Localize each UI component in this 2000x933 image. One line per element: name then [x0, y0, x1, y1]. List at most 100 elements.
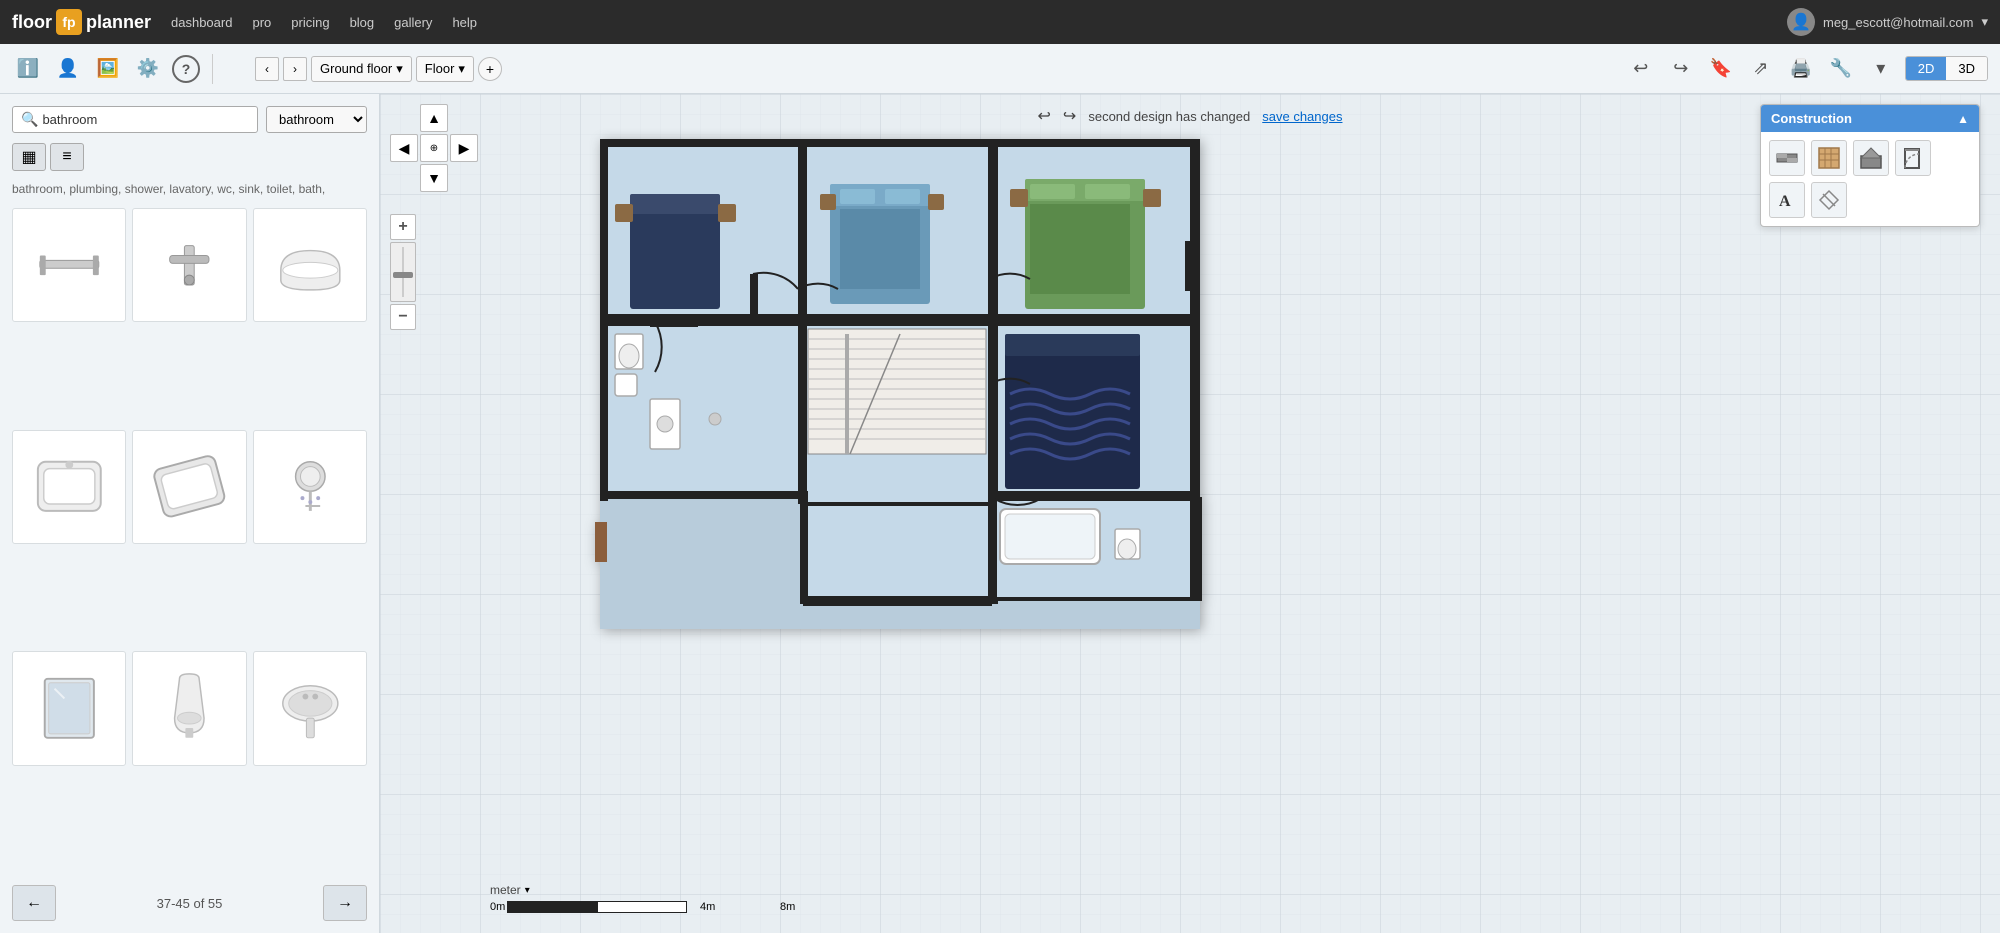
- undo-button[interactable]: ↩: [1625, 53, 1657, 85]
- scale-segment-2: [597, 901, 687, 913]
- scale-bar: meter ▾ 0m 4m 8m: [490, 883, 687, 913]
- construction-title: Construction: [1771, 111, 1852, 126]
- user-info: 👤 meg_escott@hotmail.com ▾: [1787, 8, 1988, 36]
- nav-gallery[interactable]: gallery: [394, 15, 432, 30]
- grid-view-button[interactable]: ▦: [12, 143, 46, 171]
- person-button[interactable]: 👤: [52, 53, 84, 85]
- roof-tool-button[interactable]: [1853, 140, 1889, 176]
- view-3d-button[interactable]: 3D: [1946, 57, 1987, 80]
- category-dropdown[interactable]: bathroom kitchen living room bedroom: [266, 106, 367, 133]
- photo-button[interactable]: 🖼️: [92, 53, 124, 85]
- construction-header: Construction ▲: [1761, 105, 1979, 132]
- search-box[interactable]: 🔍: [12, 106, 258, 133]
- zoom-handle[interactable]: [393, 272, 413, 278]
- bookmark-button[interactable]: 🔖: [1705, 53, 1737, 85]
- logo-icon: fp: [56, 9, 82, 35]
- list-item[interactable]: [132, 651, 246, 765]
- scale-unit-label: meter: [490, 883, 521, 897]
- pan-center-button[interactable]: ⊕: [420, 134, 448, 162]
- list-item[interactable]: [132, 208, 246, 322]
- list-item[interactable]: [253, 651, 367, 765]
- shower-bar-icon: [30, 226, 109, 305]
- nav-help[interactable]: help: [452, 15, 477, 30]
- pan-mid-row: ◀ ⊕ ▶: [390, 134, 478, 162]
- main-toolbar: ℹ️ 👤 🖼️ ⚙️ ? ‹ › Ground floor ▾ Floor ▾ …: [0, 44, 2000, 94]
- wall-tool-button[interactable]: [1769, 140, 1805, 176]
- shower-head-icon: [271, 447, 350, 526]
- pedestal-sink-icon: [271, 669, 350, 748]
- pan-right-button[interactable]: ▶: [450, 134, 478, 162]
- nav-dashboard[interactable]: dashboard: [171, 15, 232, 30]
- redo-icon[interactable]: ↪: [1063, 106, 1076, 126]
- canvas-area[interactable]: ▲ ◀ ⊕ ▶ ▼ + − ↩ ↪ second design has chan…: [380, 94, 2000, 933]
- pan-left-button[interactable]: ◀: [390, 134, 418, 162]
- add-floor-button[interactable]: +: [478, 57, 502, 81]
- construction-panel: Construction ▲: [1760, 104, 1980, 227]
- bathtub-3d-icon: [271, 226, 350, 305]
- list-item[interactable]: [132, 430, 246, 544]
- search-input[interactable]: [42, 112, 249, 127]
- user-email: meg_escott@hotmail.com: [1823, 15, 1973, 30]
- list-item[interactable]: [12, 430, 126, 544]
- user-dropdown-icon[interactable]: ▾: [1981, 14, 1988, 30]
- more-button[interactable]: ▾: [1865, 53, 1897, 85]
- undo-icon[interactable]: ↩: [1038, 106, 1051, 126]
- roof-icon: [1859, 146, 1883, 170]
- view-2d-button[interactable]: 2D: [1906, 57, 1947, 80]
- nav-pricing[interactable]: pricing: [291, 15, 329, 30]
- items-grid: [12, 208, 367, 867]
- info-button[interactable]: ℹ️: [12, 53, 44, 85]
- construction-collapse-button[interactable]: ▲: [1957, 112, 1969, 126]
- help-button[interactable]: ?: [172, 55, 200, 83]
- avatar: 👤: [1787, 8, 1815, 36]
- construction-tools: A: [1761, 132, 1979, 226]
- scale-unit-selector[interactable]: meter ▾: [490, 883, 687, 897]
- share-button[interactable]: ⇗: [1745, 53, 1777, 85]
- list-item[interactable]: [12, 651, 126, 765]
- erase-icon: [1817, 188, 1841, 212]
- logo-text-floor: floor: [12, 12, 52, 33]
- nav-blog[interactable]: blog: [350, 15, 375, 30]
- zoom-in-button[interactable]: +: [390, 214, 416, 240]
- zoom-out-button[interactable]: −: [390, 304, 416, 330]
- scale-0: 0m: [490, 901, 505, 913]
- pan-down-button[interactable]: ▼: [420, 164, 448, 192]
- list-item[interactable]: [12, 208, 126, 322]
- canvas-navigation: ▲ ◀ ⊕ ▶ ▼: [390, 104, 478, 192]
- ground-floor-dropdown[interactable]: Ground floor ▾: [311, 56, 412, 82]
- scale-4: 4m: [700, 901, 715, 913]
- view-toggle: 2D 3D: [1905, 56, 1988, 81]
- text-tool-button[interactable]: A: [1769, 182, 1805, 218]
- erase-tool-button[interactable]: [1811, 182, 1847, 218]
- faucet-icon: [150, 226, 229, 305]
- settings-button[interactable]: ⚙️: [132, 53, 164, 85]
- door-tool-button[interactable]: [1895, 140, 1931, 176]
- search-icon: 🔍: [21, 111, 38, 128]
- scale-unit-dropdown[interactable]: ▾: [525, 885, 530, 896]
- print-button[interactable]: 🖨️: [1785, 53, 1817, 85]
- view-mode-buttons: ▦ ≡: [12, 143, 84, 171]
- list-item[interactable]: [253, 430, 367, 544]
- prev-floor-button[interactable]: ‹: [255, 57, 279, 81]
- notification-bar: ↩ ↪ second design has changed save chang…: [1038, 106, 1343, 126]
- main-layout: 🔍 bathroom kitchen living room bedroom ▦…: [0, 94, 2000, 933]
- list-view-button[interactable]: ≡: [50, 143, 84, 171]
- pan-up-button[interactable]: ▲: [420, 104, 448, 132]
- text-icon: A: [1775, 188, 1799, 212]
- redo-button[interactable]: ↪: [1665, 53, 1697, 85]
- left-panel: 🔍 bathroom kitchen living room bedroom ▦…: [0, 94, 380, 933]
- mirror-icon: [30, 669, 109, 748]
- next-page-button[interactable]: →: [323, 885, 367, 921]
- prev-page-button[interactable]: ←: [12, 885, 56, 921]
- floor-icon: [1817, 146, 1841, 170]
- nav-pro[interactable]: pro: [252, 15, 271, 30]
- logo[interactable]: floor fp planner: [12, 9, 151, 35]
- pagination: ← 37-45 of 55 →: [12, 877, 367, 921]
- save-changes-link[interactable]: save changes: [1262, 109, 1342, 124]
- floor-tool-button[interactable]: [1811, 140, 1847, 176]
- next-floor-button[interactable]: ›: [283, 57, 307, 81]
- list-item[interactable]: [253, 208, 367, 322]
- floor-type-dropdown[interactable]: Floor ▾: [416, 56, 474, 82]
- wrench-button[interactable]: 🔧: [1825, 53, 1857, 85]
- zoom-slider[interactable]: [390, 242, 416, 302]
